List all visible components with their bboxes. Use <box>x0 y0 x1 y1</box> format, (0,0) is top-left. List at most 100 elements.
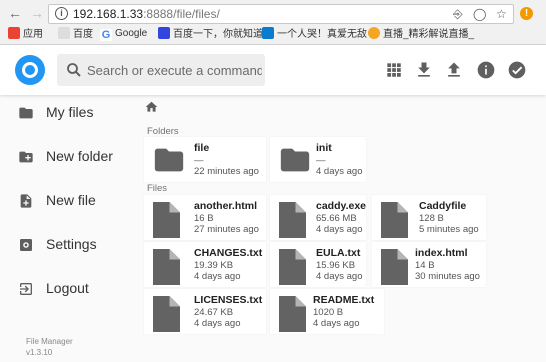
item-size: 19.39 KB <box>194 260 234 271</box>
credits-name: File Manager <box>26 337 73 346</box>
file-item[interactable]: Caddyfile 128 B 5 minutes ago <box>372 195 486 240</box>
bookmark-label: 百度一下，你就知道 <box>173 29 263 40</box>
create-new-folder-icon <box>19 151 33 163</box>
site-info-icon[interactable]: i <box>55 7 68 20</box>
item-size: 14 B <box>415 260 435 271</box>
item-name: caddy.exe <box>316 200 367 212</box>
file-icon <box>279 249 306 285</box>
file-item[interactable]: index.html 14 B 30 minutes ago <box>372 242 486 287</box>
bookmark-label: 一个人哭！真爱无敌 <box>277 29 367 40</box>
back-icon[interactable]: ← <box>8 4 22 22</box>
item-size: — <box>194 155 204 166</box>
key-icon[interactable]: ⎆ <box>453 7 463 22</box>
forward-icon[interactable]: → <box>30 4 44 22</box>
file-item[interactable]: CHANGES.txt 19.39 KB 4 days ago <box>144 242 266 287</box>
sidebar-item-label: Logout <box>46 280 89 296</box>
sidebar-item-new-file[interactable]: New file <box>0 183 128 219</box>
item-name: Caddyfile <box>419 200 467 212</box>
home-icon[interactable] <box>144 100 159 114</box>
bookmark-baidu[interactable]: 百度 <box>58 27 93 42</box>
extension-icon[interactable]: ! <box>520 7 533 20</box>
sidebar-item-label: New folder <box>46 148 113 164</box>
credits-version: v1.3.10 <box>26 348 53 357</box>
item-modified: 4 days ago <box>316 166 363 177</box>
bookmark-baidu-search[interactable]: 百度一下，你就知道 <box>158 27 263 42</box>
item-modified: 4 days ago <box>194 271 241 282</box>
bookmark-live[interactable]: 直播_精彩解说直播_ <box>368 27 474 42</box>
item-modified: 4 days ago <box>313 318 360 329</box>
bookmark-label: 直播_精彩解说直播_ <box>383 29 475 40</box>
file-item[interactable]: caddy.exe 65.66 MB 4 days ago <box>270 195 366 240</box>
page-icon <box>58 27 70 39</box>
translate-icon[interactable]: ◯ <box>473 7 486 21</box>
sidebar: My files New folder New file Settings Lo… <box>0 95 128 362</box>
sidebar-item-new-folder[interactable]: New folder <box>0 139 128 175</box>
bookmark-cry[interactable]: 一个人哭！真爱无敌 <box>262 27 367 42</box>
file-listing: Folders file — 22 minutes ago init — 4 d… <box>128 95 546 362</box>
file-icon <box>279 202 306 238</box>
url-host: 192.168.1.33 <box>73 7 144 21</box>
file-icon <box>279 296 306 332</box>
bookmark-label: Google <box>115 28 148 39</box>
app-logo-icon[interactable] <box>15 55 45 85</box>
item-name: README.txt <box>313 294 375 306</box>
search-input[interactable] <box>87 54 262 86</box>
file-item[interactable]: EULA.txt 15.96 KB 4 days ago <box>270 242 366 287</box>
bookmarks-bar: 应用 百度 G Google 百度一下，你就知道 一个人哭！真爱无敌 直播_精彩解… <box>0 25 546 43</box>
note-add-icon <box>20 194 32 208</box>
sidebar-item-label: New file <box>46 192 96 208</box>
file-item[interactable]: README.txt 1020 B 4 days ago <box>270 289 384 334</box>
file-item[interactable]: another.html 16 B 27 minutes ago <box>144 195 266 240</box>
item-name: LICENSES.txt <box>194 294 263 306</box>
item-modified: 4 days ago <box>316 271 363 282</box>
file-icon <box>153 296 180 332</box>
credits: File Manager v1.3.10 <box>26 336 73 358</box>
sidebar-item-label: Settings <box>46 236 97 252</box>
item-name: CHANGES.txt <box>194 247 263 259</box>
bookmark-apps[interactable]: 应用 <box>8 27 43 42</box>
file-icon <box>153 249 180 285</box>
item-name: another.html <box>194 200 258 212</box>
file-icon <box>381 202 408 238</box>
folder-item[interactable]: file — 22 minutes ago <box>144 137 266 182</box>
sidebar-item-settings[interactable]: Settings <box>0 227 128 263</box>
settings-icon <box>20 239 32 251</box>
bookmark-label: 百度 <box>73 29 93 40</box>
item-modified: 22 minutes ago <box>194 166 259 177</box>
download-icon[interactable] <box>414 60 434 80</box>
file-item[interactable]: LICENSES.txt 24.67 KB 4 days ago <box>144 289 266 334</box>
sidebar-item-logout[interactable]: Logout <box>0 271 128 307</box>
item-modified: 4 days ago <box>316 224 363 235</box>
folder-item[interactable]: init — 4 days ago <box>270 137 366 182</box>
exit-icon <box>20 283 32 295</box>
blue-square-icon <box>262 27 274 39</box>
browser-chrome: ← → i 192.168.1.33:8888/file/files/ ⎆ ◯ … <box>0 0 546 45</box>
file-icon <box>381 249 408 285</box>
folder-icon <box>154 148 184 172</box>
view-grid-icon[interactable] <box>384 60 404 80</box>
item-name: file <box>194 142 210 154</box>
item-modified: 27 minutes ago <box>194 224 259 235</box>
search-box[interactable] <box>57 54 265 86</box>
baidu-paw-icon <box>158 27 170 39</box>
check-circle-icon[interactable] <box>507 60 527 80</box>
folder-icon <box>19 107 33 119</box>
bookmark-star-icon[interactable]: ☆ <box>496 7 507 21</box>
item-size: 1020 B <box>313 307 344 318</box>
address-row: ← → i 192.168.1.33:8888/file/files/ ⎆ ◯ … <box>0 2 546 24</box>
url-path: :8888/file/files/ <box>143 7 220 21</box>
apps-grid-icon <box>8 27 20 39</box>
item-modified: 5 minutes ago <box>419 224 479 235</box>
url-text[interactable]: 192.168.1.33:8888/file/files/ <box>73 7 220 21</box>
search-icon <box>67 63 81 77</box>
info-icon[interactable] <box>476 60 496 80</box>
bookmark-label: 应用 <box>23 29 43 40</box>
bookmark-google[interactable]: G Google <box>100 27 147 41</box>
upload-icon[interactable] <box>444 60 464 80</box>
bird-icon <box>368 27 380 39</box>
sidebar-item-my-files[interactable]: My files <box>0 95 128 131</box>
item-size: 24.67 KB <box>194 307 234 318</box>
address-bar[interactable]: i 192.168.1.33:8888/file/files/ ⎆ ◯ ☆ <box>48 4 514 24</box>
app-header <box>0 45 546 95</box>
item-name: EULA.txt <box>316 247 361 259</box>
